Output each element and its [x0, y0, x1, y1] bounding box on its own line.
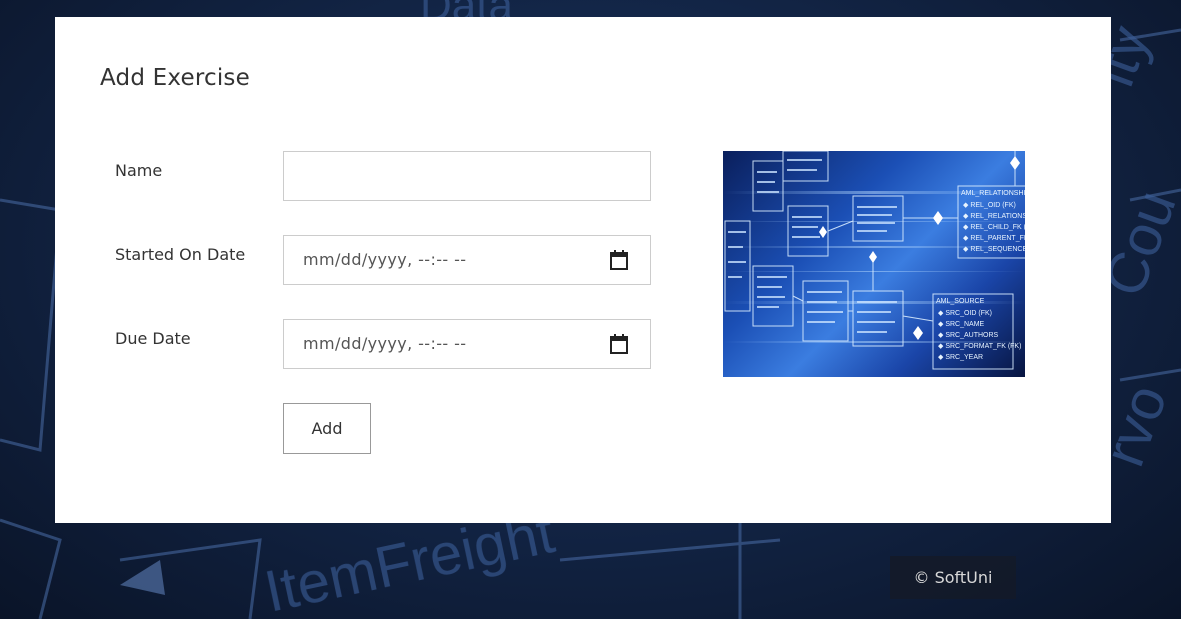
svg-text:◆ SRC_OID (FK): ◆ SRC_OID (FK) — [938, 310, 992, 317]
add-exercise-card: Add Exercise Name Started On Date mm/dd/… — [55, 17, 1111, 523]
due-date-input[interactable]: mm/dd/yyyy, --:-- -- — [283, 319, 651, 369]
svg-text:◆ REL_SEQUENCE: ◆ REL_SEQUENCE — [963, 246, 1025, 253]
svg-text:◆ REL_OID (FK): ◆ REL_OID (FK) — [963, 202, 1016, 209]
page-title: Add Exercise — [100, 65, 250, 91]
svg-text:◆ SRC_FORMAT_FK (FK): ◆ SRC_FORMAT_FK (FK) — [938, 343, 1021, 350]
started-on-date-placeholder: mm/dd/yyyy, --:-- -- — [303, 250, 467, 269]
svg-text:◆ REL_CHILD_FK (FK): ◆ REL_CHILD_FK (FK) — [963, 224, 1025, 231]
svg-text:◆ SRC_AUTHORS: ◆ SRC_AUTHORS — [938, 332, 999, 339]
svg-text:◆ SRC_NAME: ◆ SRC_NAME — [938, 321, 985, 328]
svg-text:AML_RELATIONSHIP: AML_RELATIONSHIP — [961, 190, 1025, 197]
started-on-date-label: Started On Date — [115, 245, 246, 264]
due-date-placeholder: mm/dd/yyyy, --:-- -- — [303, 334, 467, 353]
started-on-date-row: Started On Date mm/dd/yyyy, --:-- -- — [115, 235, 655, 285]
calendar-icon[interactable] — [610, 250, 628, 270]
due-date-row: Due Date mm/dd/yyyy, --:-- -- — [115, 319, 655, 369]
footer-copyright: © SoftUni — [890, 556, 1016, 599]
svg-text:AML_SOURCE: AML_SOURCE — [936, 298, 985, 305]
svg-text:◆ SRC_YEAR: ◆ SRC_YEAR — [938, 354, 983, 361]
started-on-date-input[interactable]: mm/dd/yyyy, --:-- -- — [283, 235, 651, 285]
schema-diagram: AML_RELATIONSHIP ◆ REL_OID (FK) ◆ REL_RE… — [723, 151, 1025, 370]
calendar-icon[interactable] — [610, 334, 628, 354]
due-date-label: Due Date — [115, 329, 191, 348]
add-button[interactable]: Add — [283, 403, 371, 454]
name-input[interactable] — [283, 151, 651, 201]
svg-text:◆ REL_RELATIONSHIP: ◆ REL_RELATIONSHIP — [963, 213, 1025, 220]
name-row: Name — [115, 151, 655, 201]
database-schema-image: AML_RELATIONSHIP ◆ REL_OID (FK) ◆ REL_RE… — [723, 151, 1025, 377]
svg-text:◆ REL_PARENT_FK (FK): ◆ REL_PARENT_FK (FK) — [963, 235, 1025, 242]
name-label: Name — [115, 161, 163, 180]
